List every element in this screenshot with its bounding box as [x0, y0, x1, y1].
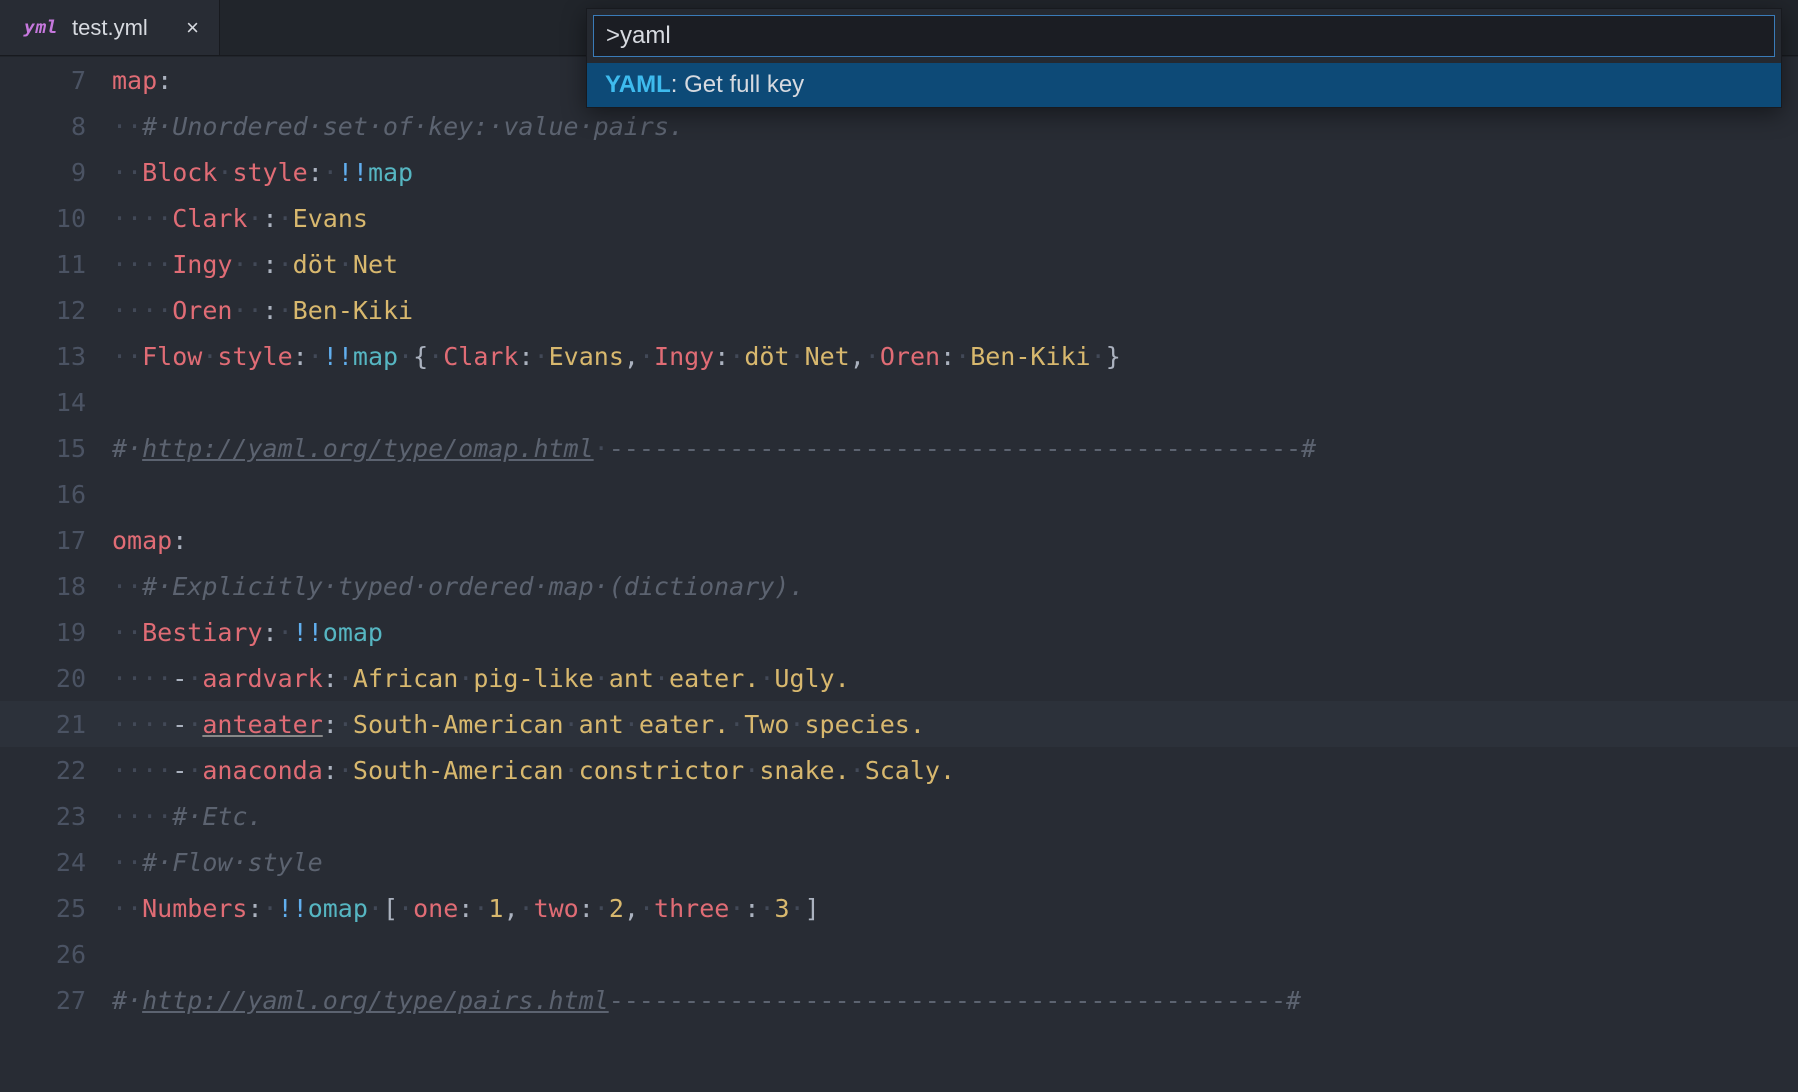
code-line[interactable]: 25··Numbers:·!!omap·[·one:·1,·two:·2,·th…	[0, 885, 1798, 931]
line-number: 24	[0, 848, 112, 877]
line-content: ··Block·style:·!!map	[112, 158, 1798, 187]
line-number: 18	[0, 572, 112, 601]
tab-title: test.yml	[72, 15, 148, 41]
line-number: 9	[0, 158, 112, 187]
code-editor[interactable]: 7map:8··#·Unordered·set·of·key:·value·pa…	[0, 57, 1798, 1092]
yaml-file-icon: yml	[24, 17, 58, 38]
code-line[interactable]: 26	[0, 931, 1798, 977]
code-line[interactable]: 15#·http://yaml.org/type/omap.html·-----…	[0, 425, 1798, 471]
line-number: 11	[0, 250, 112, 279]
line-number: 19	[0, 618, 112, 647]
line-content: ····Ingy··:·döt·Net	[112, 250, 1798, 279]
command-palette: YAML: Get full key	[586, 8, 1782, 108]
code-line[interactable]: 23····#·Etc.	[0, 793, 1798, 839]
command-palette-result-keyword: YAML	[605, 71, 671, 98]
line-number: 20	[0, 664, 112, 693]
code-line[interactable]: 24··#·Flow·style	[0, 839, 1798, 885]
line-content: ····#·Etc.	[112, 802, 1798, 831]
line-content: ··Bestiary:·!!omap	[112, 618, 1798, 647]
line-number: 15	[0, 434, 112, 463]
code-line[interactable]: 11····Ingy··:·döt·Net	[0, 241, 1798, 287]
code-line[interactable]: 8··#·Unordered·set·of·key:·value·pairs.	[0, 103, 1798, 149]
line-content: ····-·anaconda:·South-American·constrict…	[112, 756, 1798, 785]
tab-test-yml[interactable]: yml test.yml ×	[0, 0, 220, 55]
code-line[interactable]: 16	[0, 471, 1798, 517]
line-number: 12	[0, 296, 112, 325]
line-number: 21	[0, 710, 112, 739]
line-number: 10	[0, 204, 112, 233]
line-content: omap:	[112, 526, 1798, 555]
line-number: 25	[0, 894, 112, 923]
line-number: 8	[0, 112, 112, 141]
code-line[interactable]: 13··Flow·style:·!!map·{·Clark:·Evans,·In…	[0, 333, 1798, 379]
code-line[interactable]: 22····-·anaconda:·South-American·constri…	[0, 747, 1798, 793]
code-line[interactable]: 19··Bestiary:·!!omap	[0, 609, 1798, 655]
line-number: 23	[0, 802, 112, 831]
line-number: 22	[0, 756, 112, 785]
line-content: ··#·Flow·style	[112, 848, 1798, 877]
line-content: #·http://yaml.org/type/omap.html·-------…	[112, 434, 1798, 463]
line-number: 17	[0, 526, 112, 555]
line-content: ··#·Unordered·set·of·key:·value·pairs.	[112, 112, 1798, 141]
code-line[interactable]: 14	[0, 379, 1798, 425]
code-line[interactable]: 12····Oren··:·Ben-Kiki	[0, 287, 1798, 333]
line-number: 26	[0, 940, 112, 969]
line-content: ····-·anteater:·South-American·ant·eater…	[112, 710, 1798, 739]
line-content: ····Clark·:·Evans	[112, 204, 1798, 233]
code-line[interactable]: 18··#·Explicitly·typed·ordered·map·(dict…	[0, 563, 1798, 609]
line-content: ··Numbers:·!!omap·[·one:·1,·two:·2,·thre…	[112, 894, 1798, 923]
line-content: #·http://yaml.org/type/pairs.html-------…	[112, 986, 1798, 1015]
line-content: ····-·aardvark:·African·pig-like·ant·eat…	[112, 664, 1798, 693]
code-line[interactable]: 21····-·anteater:·South-American·ant·eat…	[0, 701, 1798, 747]
code-line[interactable]: 27#·http://yaml.org/type/pairs.html-----…	[0, 977, 1798, 1023]
line-number: 27	[0, 986, 112, 1015]
close-icon[interactable]: ×	[186, 17, 199, 39]
line-number: 16	[0, 480, 112, 509]
code-line[interactable]: 20····-·aardvark:·African·pig-like·ant·e…	[0, 655, 1798, 701]
command-palette-result-rest: : Get full key	[671, 71, 804, 98]
code-line[interactable]: 9··Block·style:·!!map	[0, 149, 1798, 195]
line-number: 7	[0, 66, 112, 95]
code-line[interactable]: 17omap:	[0, 517, 1798, 563]
line-content: ····Oren··:·Ben-Kiki	[112, 296, 1798, 325]
command-palette-input[interactable]	[593, 15, 1775, 57]
command-palette-result[interactable]: YAML: Get full key	[587, 63, 1781, 107]
line-content: ··Flow·style:·!!map·{·Clark:·Evans,·Ingy…	[112, 342, 1798, 371]
line-number: 13	[0, 342, 112, 371]
line-number: 14	[0, 388, 112, 417]
line-content: ··#·Explicitly·typed·ordered·map·(dictio…	[112, 572, 1798, 601]
code-line[interactable]: 10····Clark·:·Evans	[0, 195, 1798, 241]
